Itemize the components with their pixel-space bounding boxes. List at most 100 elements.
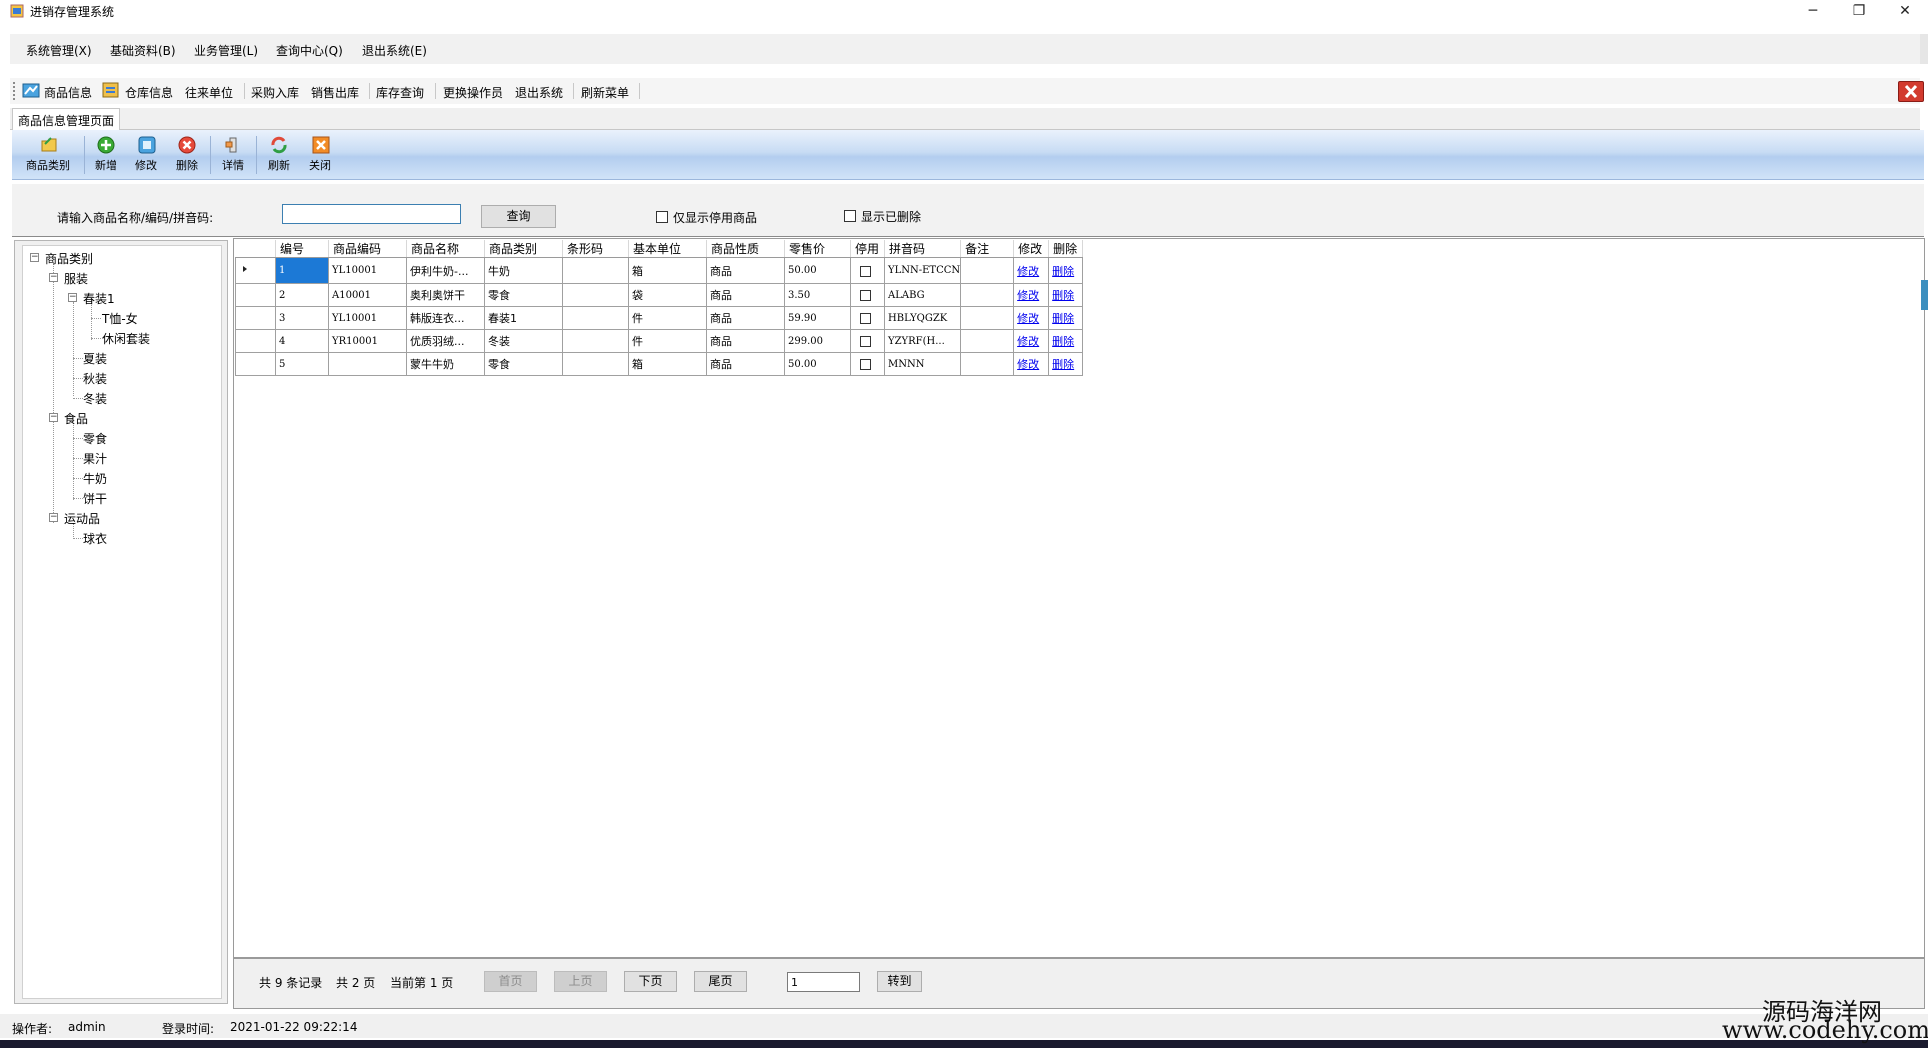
toolbar-warehouse-info[interactable]: 仓库信息 [125,84,173,101]
disabled-checkbox[interactable] [860,313,871,324]
table-row[interactable]: 5 蒙牛牛奶 零食 箱 商品 50.00 MNNN 修改 删除 [235,352,1084,376]
tree-node-juice[interactable]: 果汁 [83,450,107,467]
ribbon-details-label[interactable]: 详情 [222,157,244,173]
cell-name[interactable]: 奥利奥饼干 [406,283,485,307]
search-button[interactable]: 查询 [481,205,556,228]
details-icon[interactable] [224,136,242,154]
toolbar-sales-out[interactable]: 销售出库 [311,84,359,101]
cell-delete[interactable]: 删除 [1048,352,1084,376]
cell-nature[interactable]: 商品 [706,352,785,376]
table-row[interactable]: 3 YL10001 韩版连衣... 春装1 件 商品 59.90 HBLYQGZ… [235,306,1084,330]
menu-business[interactable]: 业务管理(L) [194,42,258,59]
tree-collapse-toggle[interactable]: − [49,413,58,422]
cell-unit[interactable]: 箱 [628,257,707,284]
column-header[interactable]: 拼音码 [884,240,962,258]
column-header[interactable]: 商品名称 [406,240,485,258]
splitter-handle[interactable] [1921,280,1928,310]
cell-name[interactable]: 韩版连衣... [406,306,485,330]
cell-id[interactable]: 5 [275,352,329,376]
tree-collapse-toggle[interactable]: − [30,253,39,262]
tree-collapse-toggle[interactable]: − [68,293,77,302]
disabled-checkbox[interactable] [860,265,871,277]
cell-nature[interactable]: 商品 [706,283,785,307]
cell-code[interactable]: YR10001 [328,329,407,353]
column-header[interactable]: 基本单位 [628,240,707,258]
cell-price[interactable]: 299.00 [784,329,851,353]
row-header[interactable] [235,352,276,376]
cell-category[interactable]: 零食 [484,283,563,307]
folder-icon[interactable] [41,136,59,154]
cell-nature[interactable]: 商品 [706,329,785,353]
cell-nature[interactable]: 商品 [706,257,785,284]
delete-link[interactable]: 删除 [1052,312,1074,325]
cell-name[interactable]: 蒙牛牛奶 [406,352,485,376]
goto-page-input[interactable] [787,972,860,992]
tree-collapse-toggle[interactable]: − [49,273,58,282]
tree-collapse-toggle[interactable]: − [49,513,58,522]
cell-unit[interactable]: 件 [628,306,707,330]
first-page-button[interactable]: 首页 [484,971,537,992]
cell-remark[interactable] [960,306,1015,330]
cell-disabled[interactable] [850,283,885,307]
column-header[interactable]: 备注 [960,240,1015,258]
column-header[interactable]: 条形码 [562,240,629,258]
row-header[interactable] [235,283,276,307]
cell-edit[interactable]: 修改 [1013,329,1050,353]
tree-node-jersey[interactable]: 球衣 [83,530,107,547]
cell-pinyin[interactable]: YZYRF(H... [883,329,962,353]
toolbar-purchase-in[interactable]: 采购入库 [251,84,299,101]
cell-pinyin[interactable]: ALABG [883,283,962,307]
cell-pinyin[interactable]: HBLYQGZK [883,306,962,330]
disabled-checkbox[interactable] [860,336,871,347]
toolbar-refresh-menu[interactable]: 刷新菜单 [581,84,629,101]
toolbar-product-info[interactable]: 商品信息 [44,84,92,101]
cell-barcode[interactable] [562,352,629,376]
toolbar-exit-system[interactable]: 退出系统 [515,84,563,101]
cell-delete[interactable]: 删除 [1048,283,1084,307]
cell-price[interactable]: 50.00 [784,352,851,376]
delete-link[interactable]: 删除 [1052,335,1074,348]
ribbon-edit-label[interactable]: 修改 [135,157,157,173]
cell-disabled[interactable] [850,352,885,376]
column-header[interactable]: 零售价 [784,240,851,258]
cell-price[interactable]: 50.00 [784,257,851,284]
next-page-button[interactable]: 下页 [624,971,677,992]
ribbon-delete-label[interactable]: 删除 [176,157,198,173]
toolbar-partners[interactable]: 往来单位 [185,84,233,101]
cell-category[interactable]: 春装1 [484,306,563,330]
prev-page-button[interactable]: 上页 [554,971,607,992]
cell-barcode[interactable] [562,306,629,330]
cell-edit[interactable]: 修改 [1013,283,1050,307]
column-header[interactable]: 编号 [275,240,329,258]
cell-disabled[interactable] [850,329,885,353]
edit-link[interactable]: 修改 [1017,358,1039,371]
cell-category[interactable]: 冬装 [484,329,563,353]
cell-unit[interactable]: 件 [628,329,707,353]
tree-node-winter[interactable]: 冬装 [83,390,107,407]
cell-code[interactable]: A10001 [328,283,407,307]
minimize-button[interactable]: ─ [1790,0,1836,22]
ribbon-category-label[interactable]: 商品类别 [26,157,70,173]
edit-icon[interactable] [138,136,156,154]
column-header[interactable]: 停用 [850,240,885,258]
cell-remark[interactable] [960,283,1015,307]
cell-category[interactable]: 牛奶 [484,257,563,284]
column-header[interactable]: 修改 [1013,240,1050,258]
edit-link[interactable]: 修改 [1017,312,1039,325]
disabled-checkbox[interactable] [860,290,871,301]
cell-delete[interactable]: 删除 [1048,257,1084,284]
cell-barcode[interactable] [562,257,629,284]
cell-code[interactable]: YL10001 [328,306,407,330]
tree-node-snack[interactable]: 零食 [83,430,107,447]
cell-pinyin[interactable]: MNNN [883,352,962,376]
cell-edit[interactable]: 修改 [1013,257,1050,284]
ribbon-close-label[interactable]: 关闭 [309,157,331,173]
cell-price[interactable]: 59.90 [784,306,851,330]
menu-system[interactable]: 系统管理(X) [26,42,92,59]
last-page-button[interactable]: 尾页 [694,971,747,992]
cell-id[interactable]: 4 [275,329,329,353]
delete-link[interactable]: 删除 [1052,265,1074,278]
column-header[interactable]: 商品性质 [706,240,785,258]
table-row[interactable]: 1 YL10001 伊利牛奶-... 牛奶 箱 商品 50.00 YLNN-ET… [235,257,1084,284]
cell-remark[interactable] [960,329,1015,353]
